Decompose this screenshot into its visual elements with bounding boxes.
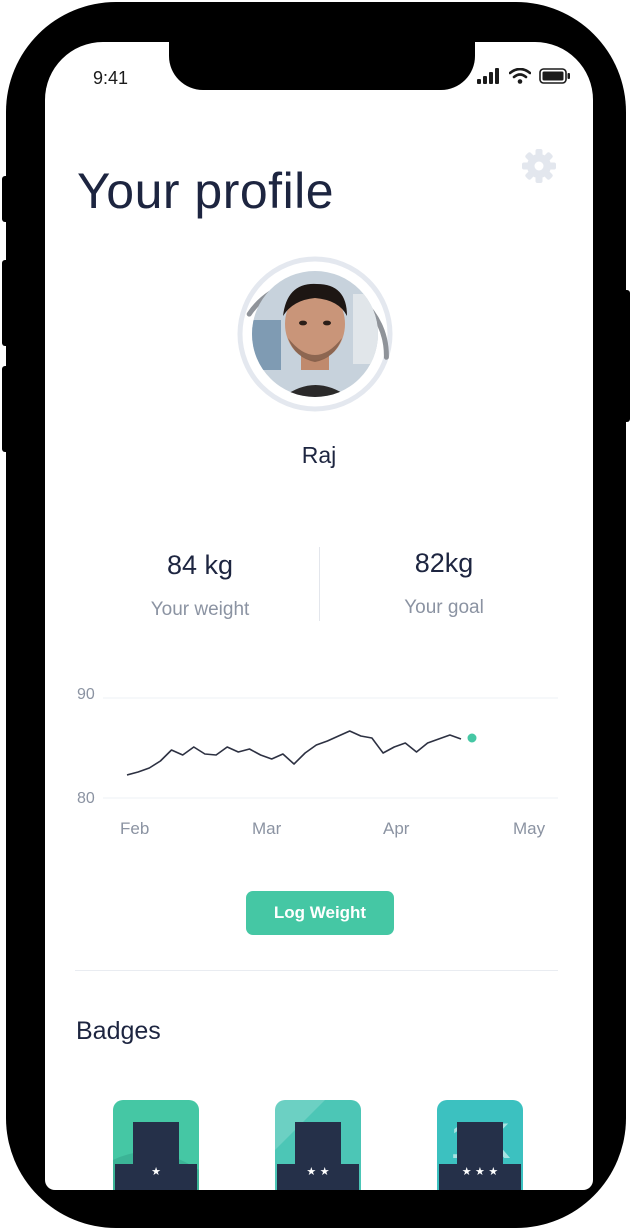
status-time: 9:41 [93, 68, 129, 88]
status-icons [477, 68, 571, 84]
x-tick-label: Mar [252, 819, 282, 838]
weight-stat: 84 kg Your weight [63, 550, 337, 621]
badges-title: Badges [76, 1017, 161, 1045]
badge-stars: ★ ★ [306, 1165, 329, 1178]
profile-name: Raj [301, 442, 337, 468]
log-weight-button[interactable]: Log Weight [246, 891, 394, 935]
app-screen: 9:41 Your profile Raj 84 kg Your weight … [45, 42, 593, 1190]
section-divider [75, 970, 558, 971]
badge-item[interactable]: ★ ★ [275, 1100, 365, 1190]
badge-stars: ★ ★ ★ [462, 1165, 499, 1178]
signal-icon [477, 68, 499, 84]
current-weight-marker[interactable] [464, 730, 480, 746]
badge-stars: ★ [151, 1165, 161, 1178]
goal-stat: 82kg Your goal [307, 548, 581, 619]
wifi-icon [509, 68, 531, 84]
notch [169, 42, 475, 90]
phone-volume-down [2, 366, 10, 452]
badge-item[interactable]: 1K ★ ★ ★ [437, 1100, 527, 1190]
goal-label: Your goal [404, 597, 484, 618]
phone-volume-up [2, 260, 10, 346]
page-title: Your profile [77, 163, 335, 219]
weight-value: 84 kg [166, 550, 234, 580]
goal-value: 82kg [414, 548, 474, 578]
battery-icon [539, 68, 570, 84]
x-tick-label: May [513, 819, 546, 838]
phone-mute-switch [2, 176, 10, 222]
badge-item[interactable]: ★ [113, 1100, 203, 1190]
x-tick-label: Feb [120, 819, 149, 838]
weight-chart: 90 80 Feb Mar Apr May [77, 686, 558, 838]
phone-power-button [622, 290, 630, 422]
avatar[interactable] [235, 254, 395, 414]
y-tick-label: 90 [77, 686, 95, 703]
y-tick-label: 80 [77, 790, 95, 807]
weight-series-line [126, 730, 462, 776]
weight-label: Your weight [150, 599, 250, 620]
gear-icon[interactable] [519, 146, 559, 186]
x-tick-label: Apr [383, 819, 410, 838]
